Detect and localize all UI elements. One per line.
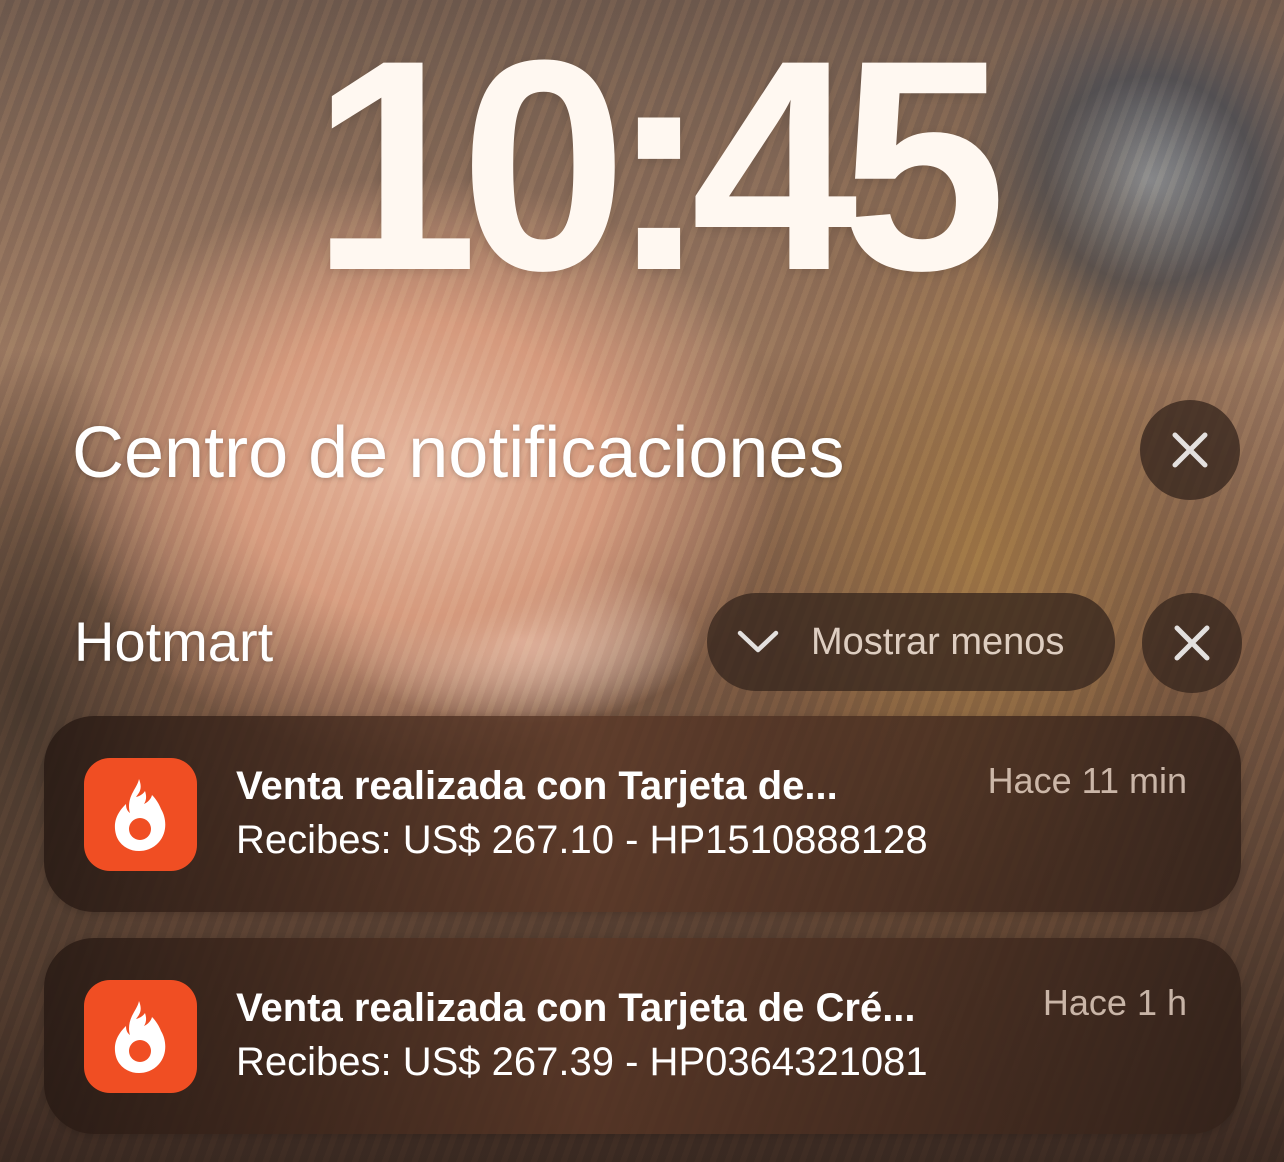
notification-card[interactable]: Venta realizada con Tarjeta de Cré... Re… (44, 938, 1241, 1134)
clear-all-notifications-button[interactable] (1140, 400, 1240, 500)
close-icon (1174, 625, 1210, 661)
clear-group-button[interactable] (1142, 593, 1242, 693)
notification-card[interactable]: Venta realizada con Tarjeta de... Recibe… (44, 716, 1241, 912)
notification-group-app-name: Hotmart (74, 610, 274, 673)
lock-screen-clock: 10:45 (311, 0, 1006, 333)
flame-icon (114, 1000, 165, 1073)
notification-title: Venta realizada con Tarjeta de... (236, 764, 838, 808)
notification-center-title: Centro de notificaciones (72, 413, 845, 493)
close-icon (1172, 432, 1208, 468)
chevron-down-icon (737, 630, 779, 653)
hotmart-app-icon (84, 980, 197, 1093)
flame-icon (114, 778, 165, 851)
notification-timestamp: Hace 11 min (987, 760, 1187, 801)
notification-body: Recibes: US$ 267.10 - HP1510888128 (236, 818, 928, 862)
show-less-button[interactable]: Mostrar menos (707, 593, 1115, 691)
show-less-label: Mostrar menos (811, 620, 1065, 663)
notification-body: Recibes: US$ 267.39 - HP0364321081 (236, 1040, 928, 1084)
hotmart-app-icon (84, 758, 197, 871)
notification-title: Venta realizada con Tarjeta de Cré... (236, 986, 916, 1030)
notification-timestamp: Hace 1 h (1042, 982, 1187, 1023)
